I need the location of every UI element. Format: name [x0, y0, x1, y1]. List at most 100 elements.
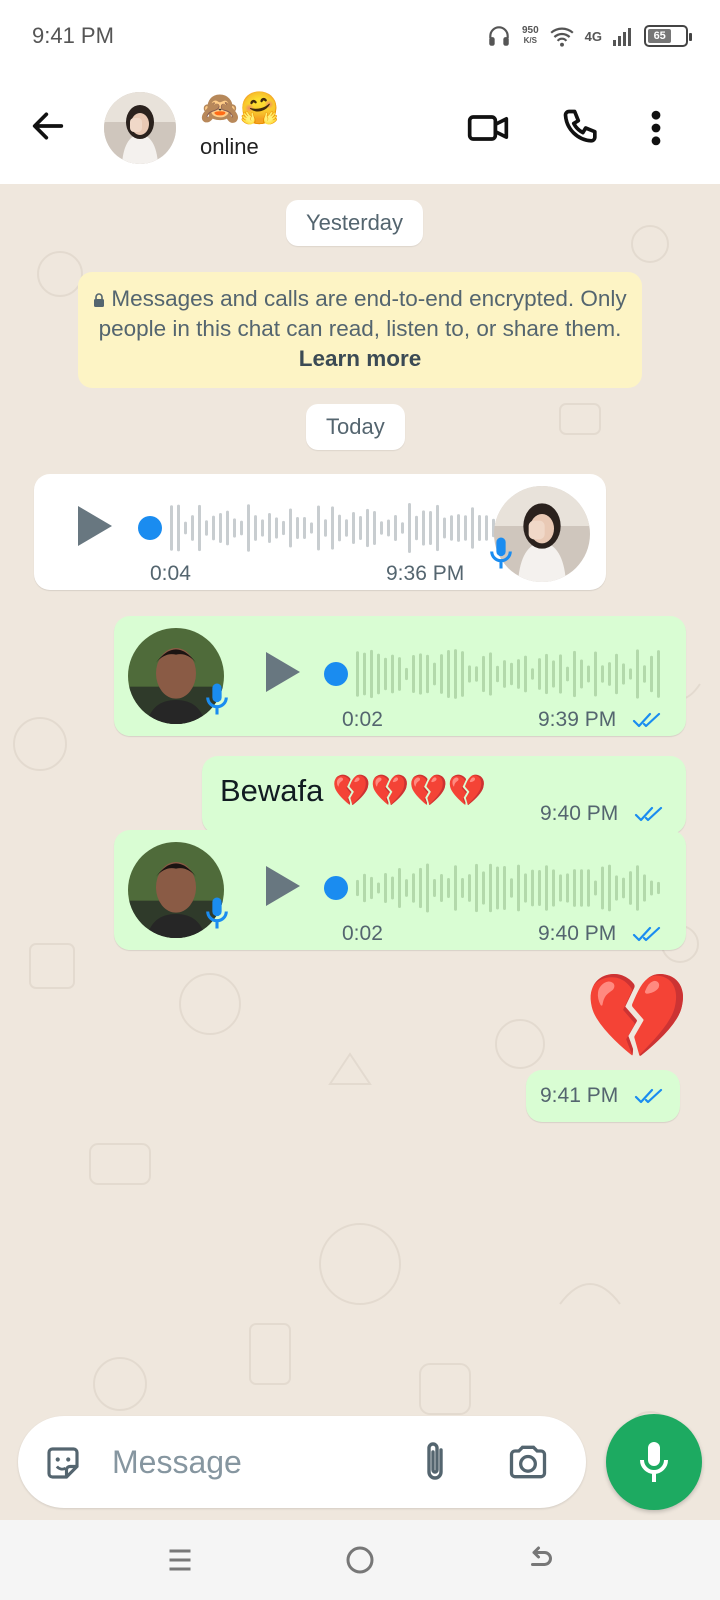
- waveform-bar: [419, 867, 422, 909]
- waveform-bar: [405, 667, 408, 681]
- outgoing-text-message[interactable]: Bewafa 💔💔💔💔 9:40 PM: [202, 756, 686, 834]
- waveform-bar: [608, 864, 611, 912]
- waveform-bar: [384, 873, 387, 903]
- outgoing-voice-message[interactable]: 0:02 9:39 PM: [114, 616, 686, 736]
- waveform-bar: [489, 863, 492, 913]
- waveform-bar: [510, 662, 513, 686]
- outgoing-emoji-message[interactable]: 💔: [582, 966, 692, 1066]
- waveform-bar: [429, 511, 432, 545]
- sticker-icon[interactable]: [42, 1442, 84, 1484]
- waveform-bar: [615, 875, 618, 901]
- message-input-bar[interactable]: Message: [18, 1416, 586, 1508]
- waveform-bar: [440, 654, 443, 694]
- waveform-bar: [447, 650, 450, 698]
- outgoing-voice-message[interactable]: 0:02 9:40 PM: [114, 830, 686, 950]
- phone-icon[interactable]: [560, 106, 604, 150]
- waveform-bar: [510, 878, 513, 898]
- waveform-bar: [268, 513, 271, 543]
- battery-level: 65: [648, 29, 672, 43]
- mic-badge-icon: [490, 537, 512, 569]
- waveform-bar: [580, 659, 583, 689]
- waveform-bar: [296, 516, 299, 540]
- waveform-bar: [247, 504, 250, 552]
- network-speed: 950 K/S: [522, 26, 539, 46]
- contact-avatar[interactable]: [104, 92, 176, 164]
- waveform-bar: [636, 865, 639, 911]
- waveform-bar: [594, 880, 597, 896]
- play-icon[interactable]: [74, 504, 114, 548]
- voice-record-button[interactable]: [606, 1414, 702, 1510]
- waveform-bar: [601, 665, 604, 683]
- waveform-bar: [531, 869, 534, 907]
- waveform-bar: [650, 655, 653, 693]
- waveform-bar: [433, 662, 436, 686]
- waveform-bar: [412, 873, 415, 903]
- waveform-bar: [426, 654, 429, 694]
- waveform-bar: [559, 654, 562, 694]
- waveform-bar: [426, 863, 429, 913]
- waveform-bar: [454, 865, 457, 911]
- waveform-bar: [363, 873, 366, 903]
- encryption-notice[interactable]: Messages and calls are end-to-end encryp…: [78, 272, 642, 388]
- waveform-bar: [478, 514, 481, 542]
- waveform-bar: [405, 879, 408, 897]
- waveform-bar: [461, 651, 464, 697]
- waveform-bar: [359, 515, 362, 541]
- waveform-bar: [415, 515, 418, 541]
- waveform-bar: [345, 519, 348, 537]
- back-nav-icon[interactable]: [522, 1542, 558, 1578]
- waveform-bar: [468, 665, 471, 683]
- waveform-bar: [629, 668, 632, 680]
- waveform-bar: [408, 503, 411, 553]
- waveform-bar: [552, 660, 555, 688]
- waveform-bar: [394, 514, 397, 542]
- status-time: 9:41 PM: [32, 23, 114, 48]
- playback-knob[interactable]: [138, 516, 162, 540]
- waveform-bar: [331, 506, 334, 550]
- home-icon[interactable]: [342, 1542, 378, 1578]
- play-icon[interactable]: [262, 864, 302, 908]
- incoming-voice-message[interactable]: 0:04 9:36 PM: [34, 474, 606, 590]
- waveform-bar: [482, 871, 485, 905]
- menu-icon[interactable]: [162, 1542, 198, 1578]
- waveform-bar: [615, 653, 618, 695]
- waveform-bar: [377, 882, 380, 894]
- back-arrow-icon[interactable]: [28, 106, 68, 146]
- attach-icon[interactable]: [416, 1438, 454, 1486]
- headphones-icon: [489, 26, 509, 46]
- contact-name[interactable]: 🙈🤗: [200, 90, 280, 126]
- playback-knob[interactable]: [324, 662, 348, 686]
- waveform-bar: [373, 510, 376, 546]
- play-icon[interactable]: [262, 650, 302, 694]
- playback-knob[interactable]: [324, 876, 348, 900]
- waveform-bar: [587, 665, 590, 683]
- waveform-bar: [324, 519, 327, 537]
- more-vert-icon[interactable]: [646, 106, 666, 150]
- waveform: [356, 649, 660, 699]
- learn-more-link[interactable]: Learn more: [299, 346, 422, 371]
- waveform-bar: [594, 651, 597, 697]
- waveform-bar: [184, 521, 187, 535]
- waveform-bar: [412, 654, 415, 694]
- status-icons: 950 K/S 4G 65: [486, 23, 692, 49]
- waveform-bar: [482, 655, 485, 693]
- video-call-icon[interactable]: [466, 106, 510, 150]
- waveform-bar: [212, 515, 215, 541]
- signal-icon: [613, 28, 631, 46]
- message-time: 9:41 PM: [540, 1084, 619, 1107]
- camera-icon[interactable]: [506, 1440, 550, 1484]
- waveform-bar: [436, 504, 439, 552]
- waveform-bar: [363, 652, 366, 696]
- waveform-bar: [317, 505, 320, 551]
- waveform-bar: [352, 511, 355, 545]
- read-receipt-icon: [634, 806, 663, 822]
- waveform-bar: [601, 866, 604, 910]
- message-input[interactable]: Message: [112, 1444, 242, 1481]
- waveform-bar: [289, 508, 292, 548]
- waveform-bar: [538, 658, 541, 690]
- waveform-bar: [545, 653, 548, 695]
- chat-header: 🙈🤗 online: [0, 72, 720, 184]
- waveform-bar: [485, 515, 488, 541]
- mic-icon: [640, 1442, 668, 1482]
- chat-area[interactable]: Yesterday Messages and calls are end-to-…: [0, 184, 720, 1520]
